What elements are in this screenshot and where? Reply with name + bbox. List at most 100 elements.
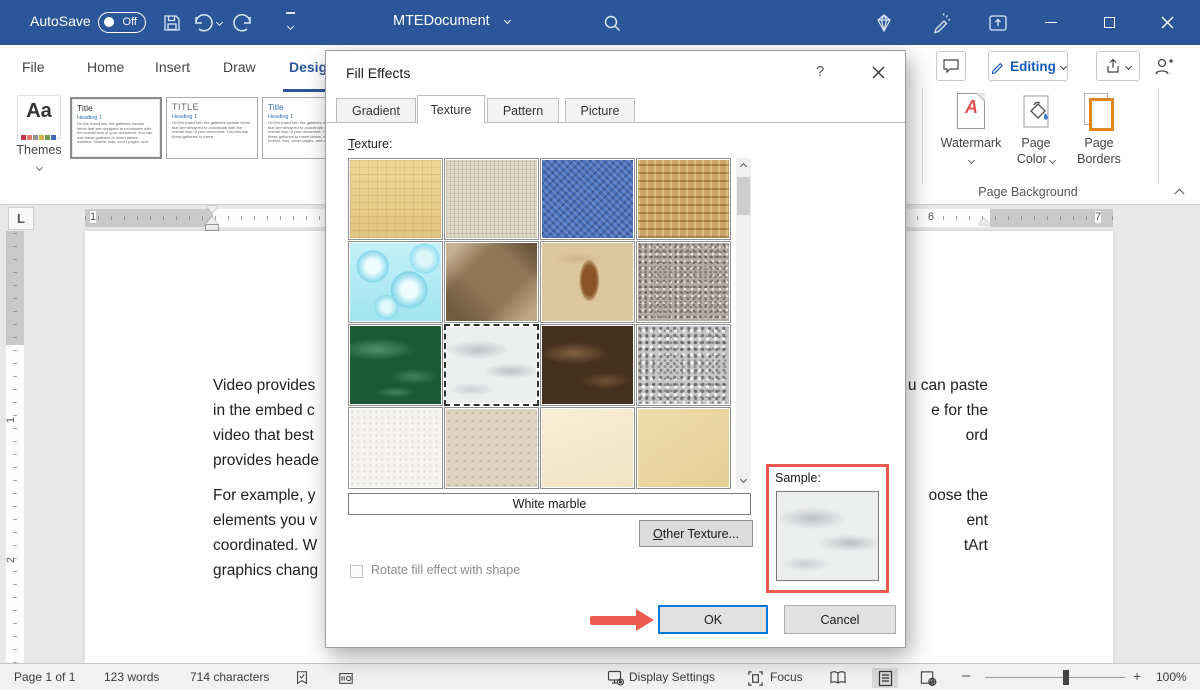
texture-image (446, 243, 537, 321)
texture-swatch-recycled-paper[interactable] (444, 407, 539, 489)
ok-button[interactable]: OK (658, 605, 768, 634)
paragraph-2-left: For example, yelements you vcoordinated.… (213, 483, 318, 583)
dialog-tab-picture[interactable]: Picture (565, 98, 635, 123)
web-layout-icon[interactable] (918, 668, 938, 688)
save-icon[interactable] (160, 11, 184, 35)
tab-insert[interactable]: Insert (153, 55, 192, 79)
document-title[interactable]: MTEDocument (393, 13, 490, 29)
other-texture-button[interactable]: Other Texture... (639, 520, 753, 547)
close-button[interactable] (1144, 0, 1190, 45)
page-borders-button[interactable]: Page Borders (1066, 93, 1132, 167)
paragraph-1-left: Video providesin the embed cvideo that b… (213, 373, 319, 473)
comment-icon (942, 57, 960, 75)
left-indent-marker[interactable] (206, 225, 218, 230)
texture-grid (348, 158, 731, 489)
scroll-up-icon[interactable] (736, 158, 751, 174)
dialog-help-button[interactable]: ? (810, 63, 830, 80)
texture-swatch-granite[interactable] (636, 324, 731, 406)
dialog-tab-texture[interactable]: Texture (417, 95, 485, 124)
cancel-button[interactable]: Cancel (784, 605, 896, 634)
presence-people-icon[interactable] (1152, 55, 1176, 84)
word-window: AutoSave Off MTEDocument (0, 0, 1200, 690)
themes-button[interactable]: Aa Themes (14, 95, 64, 175)
texture-swatch-papyrus[interactable] (348, 158, 443, 240)
word-count[interactable]: 123 words (104, 670, 159, 684)
texture-swatch-white-marble[interactable] (444, 324, 539, 406)
dialog-close-button[interactable] (864, 59, 892, 85)
focus-icon[interactable] (745, 668, 765, 688)
texture-swatch-sand[interactable] (636, 241, 731, 323)
tab-strip-line (326, 122, 905, 123)
display-settings-label[interactable]: Display Settings (629, 670, 715, 684)
tab-file[interactable]: File (20, 55, 47, 79)
character-count[interactable]: 714 characters (190, 670, 269, 684)
redo-icon[interactable] (232, 11, 256, 35)
page-background-group-label: Page Background (968, 185, 1088, 199)
page-info[interactable]: Page 1 of 1 (14, 670, 75, 684)
document-text-line: Video provides (213, 373, 319, 398)
texture-scrollbar[interactable] (736, 158, 751, 489)
page-color-label-1: Page (1008, 135, 1064, 151)
zoom-out-button[interactable]: – (962, 667, 970, 684)
print-layout-icon[interactable] (872, 668, 898, 688)
search-icon[interactable] (600, 11, 624, 35)
texture-swatch-woven-mat[interactable] (636, 158, 731, 240)
tab-selector-button[interactable]: L (8, 207, 34, 230)
style-title: Title (77, 103, 155, 113)
themes-chevron-icon (35, 164, 42, 171)
dialog-tab-pattern[interactable]: Pattern (487, 98, 559, 123)
texture-swatch-canvas[interactable] (444, 158, 539, 240)
zoom-level[interactable]: 100% (1156, 670, 1187, 684)
texture-swatch-paper-bag[interactable] (444, 241, 539, 323)
document-title-chevron-icon[interactable] (504, 17, 511, 24)
zoom-slider-thumb[interactable] (1063, 670, 1069, 685)
style-body: On the Insert tab, the galleries include… (172, 121, 252, 139)
texture-image (350, 326, 441, 404)
tab-home[interactable]: Home (85, 55, 126, 79)
themes-label: Themes (14, 143, 64, 157)
watermark-button[interactable]: A Watermark (938, 93, 1004, 167)
undo-icon[interactable] (190, 11, 214, 35)
undo-dropdown-chevron-icon[interactable] (216, 19, 223, 26)
zoom-in-button[interactable]: + (1133, 668, 1141, 684)
tab-draw[interactable]: Draw (221, 55, 258, 79)
autosave-toggle[interactable]: Off (98, 12, 146, 33)
premium-diamond-icon[interactable] (872, 11, 896, 35)
texture-swatch-newsprint[interactable] (348, 407, 443, 489)
texture-swatch-brown-marble[interactable] (540, 324, 635, 406)
ribbon-display-options-icon[interactable] (986, 11, 1010, 35)
collapse-ribbon-chevron-icon[interactable] (1175, 189, 1185, 199)
texture-swatch-fish-fossil[interactable] (540, 241, 635, 323)
first-line-indent-marker[interactable] (206, 206, 218, 213)
group-separator (1158, 88, 1159, 184)
scrollbar-thumb[interactable] (737, 177, 750, 215)
rotate-fill-checkbox[interactable] (350, 565, 363, 578)
right-indent-marker[interactable] (978, 218, 990, 225)
page-color-icon (1018, 93, 1054, 131)
texture-swatch-parchment[interactable] (540, 407, 635, 489)
document-text-line: For example, y (213, 483, 318, 508)
comments-button[interactable] (936, 51, 966, 81)
texture-swatch-denim[interactable] (540, 158, 635, 240)
macro-recording-icon[interactable] (336, 668, 356, 688)
display-settings-icon[interactable] (606, 668, 626, 688)
hanging-indent-marker[interactable] (206, 217, 218, 224)
maximize-button[interactable] (1086, 0, 1132, 45)
style-set-card-1[interactable]: Title Heading 1 On the Insert tab, the g… (70, 97, 162, 159)
editing-mode-button[interactable]: Editing (988, 51, 1068, 81)
focus-label[interactable]: Focus (770, 670, 803, 684)
texture-swatch-green-marble[interactable] (348, 324, 443, 406)
designer-pen-icon[interactable] (930, 11, 954, 35)
customize-toolbar-icon[interactable] (278, 11, 302, 35)
minimize-button[interactable] (1028, 0, 1074, 45)
texture-swatch-water-droplets[interactable] (348, 241, 443, 323)
proofing-icon[interactable] (292, 668, 312, 688)
style-set-card-2[interactable]: TITLE Heading 1 On the Insert tab, the g… (166, 97, 258, 159)
texture-swatch-stationery[interactable] (636, 407, 731, 489)
scroll-down-icon[interactable] (736, 473, 751, 489)
dialog-tab-gradient[interactable]: Gradient (336, 98, 416, 123)
zoom-slider-track[interactable] (985, 677, 1125, 678)
read-mode-icon[interactable] (828, 668, 848, 688)
page-color-button[interactable]: Page Color (1008, 93, 1064, 167)
share-button[interactable] (1096, 51, 1140, 81)
